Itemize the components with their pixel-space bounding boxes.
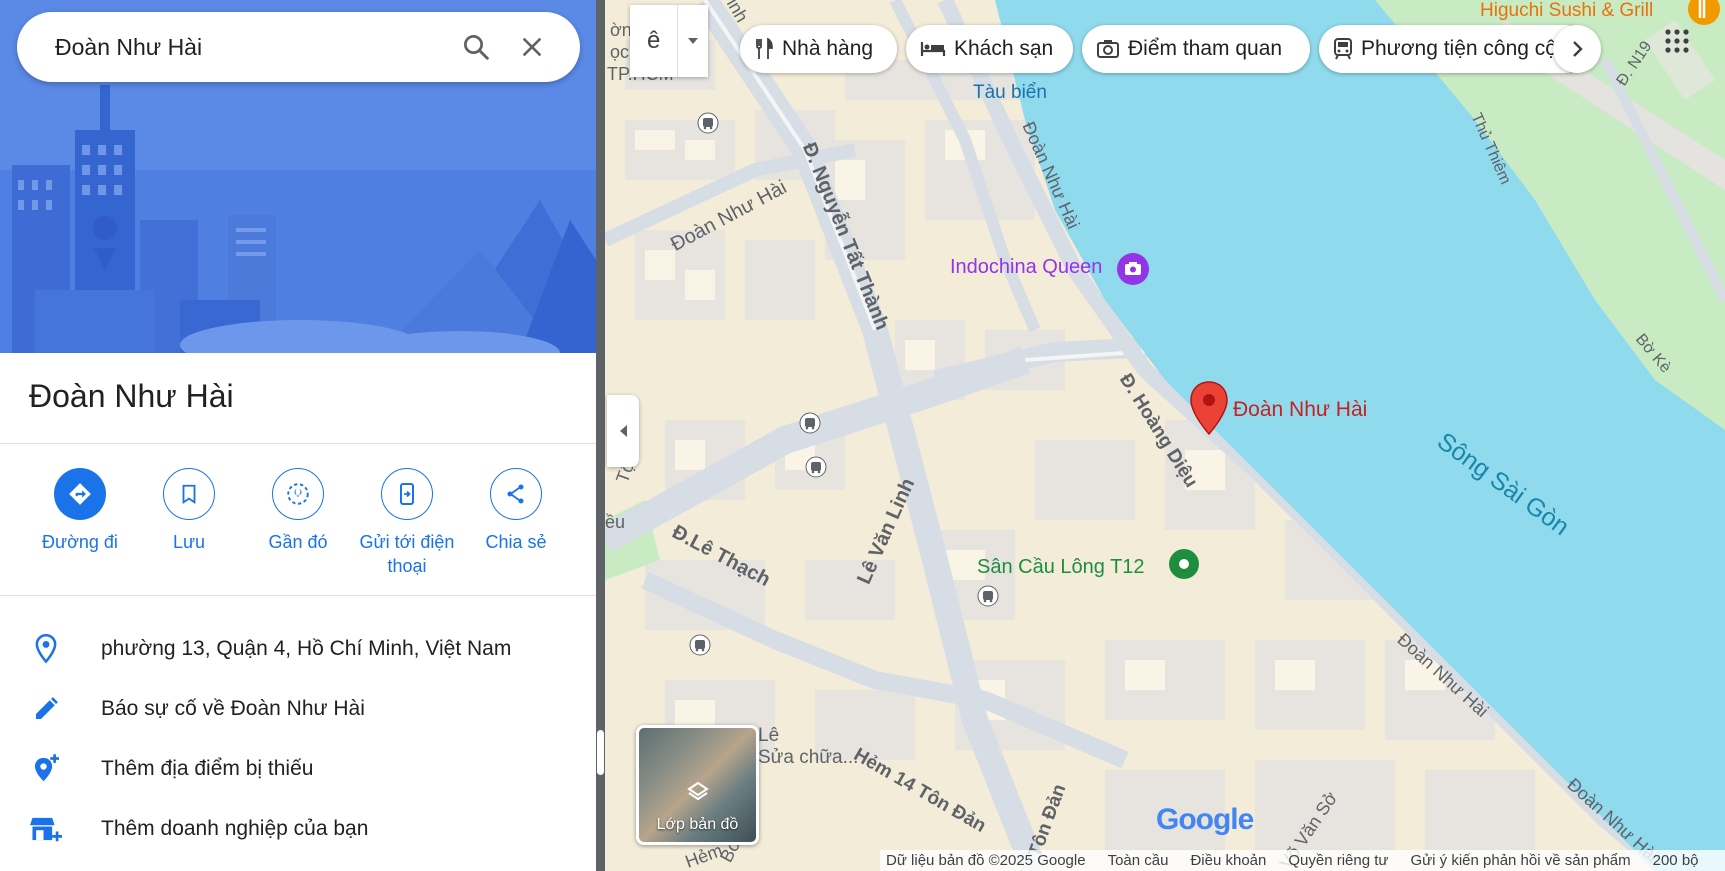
action-bar: Đường đi Lưu Gần đó Gửi tới điện thoại C… [25,468,585,588]
footer-link-privacy[interactable]: Quyền riêng tư [1288,852,1388,869]
search-input[interactable] [53,32,448,62]
report-issue-text: Báo sự cố về Đoàn Như Hài [101,697,365,720]
camera-icon [1097,40,1119,58]
map-label: ờn [610,20,632,40]
share-button[interactable]: Chia sẻ [461,468,571,554]
divider [0,443,596,444]
apps-grid-icon [1665,29,1689,53]
chip-transit[interactable]: Phương tiện công cộ [1319,25,1589,73]
chevron-down-icon [688,38,699,44]
chevron-left-icon [620,425,627,437]
directions-icon [69,483,91,505]
collapse-panel-button[interactable] [607,395,639,467]
transit-icon [1334,38,1352,60]
scale-label: 200 bộ [1652,852,1699,869]
edit-pencil-icon [36,697,58,719]
map-layers-button[interactable]: Lớp bản đồ [636,725,759,845]
language-toggle[interactable]: ê [630,5,708,77]
street-label: ều [605,512,626,532]
send-to-phone-button[interactable]: Gửi tới điện thoại [352,468,462,578]
map-label: Sửa chữa... [758,747,859,768]
map-label: ọc [610,42,630,62]
google-logo: Google [1156,803,1254,837]
action-label: Đường đi [42,532,118,552]
action-label: Gần đó [268,532,328,552]
bookmark-icon [182,484,196,504]
add-place-text: Thêm địa điểm bị thiếu [101,757,314,780]
footer-link-global[interactable]: Toàn cầu [1108,852,1169,869]
address-row[interactable]: phường 13, Quận 4, Hồ Chí Minh, Việt Nam [0,620,596,678]
hotel-icon [920,42,946,56]
chip-label: Điểm tham quan [1128,37,1283,60]
panel-scrollbar[interactable] [596,0,605,871]
search-icon [464,35,489,60]
chip-attractions[interactable]: Điểm tham quan [1082,25,1310,73]
clear-search-button[interactable] [504,19,560,75]
send-to-phone-icon [400,483,414,505]
chips-next-button[interactable] [1553,25,1601,73]
save-button[interactable]: Lưu [134,468,244,554]
add-business-row[interactable]: Thêm doanh nghiệp của bạn [0,800,596,858]
map-data-attribution[interactable]: Dữ liệu bản đồ ©2025 Google [886,852,1086,869]
layers-label: Lớp bản đồ [656,816,739,833]
map-label: Lê [758,725,780,746]
chip-label: Nhà hàng [782,37,874,60]
poi-label: Sân Cầu Lông T12 [977,556,1145,578]
search-box [17,12,580,82]
map-label: Tàu biển [973,82,1047,103]
hero-illustration [0,0,596,353]
action-label: Gửi tới điện thoại [359,532,455,576]
search-button[interactable] [448,19,504,75]
google-logo-text: Google [1156,803,1254,836]
nearby-button[interactable]: Gần đó [243,468,353,554]
layers-icon [687,781,709,801]
map-canvas[interactable]: ờn ọc TP.HCM inh Khách Tàu biển Đoàn Như… [605,0,1725,871]
address-text: phường 13, Quận 4, Hồ Chí Minh, Việt Nam [101,637,512,660]
footer-link-feedback[interactable]: Gửi ý kiến phản hồi về sản phẩm [1410,852,1630,869]
add-place-icon [34,754,59,782]
map-footer: Dữ liệu bản đồ ©2025 Google Toàn cầu Điề… [880,850,1725,871]
location-pin-icon [35,634,57,664]
language-toggle-label: ê [647,27,661,54]
action-label: Chia sẻ [485,532,547,552]
share-icon [507,484,524,504]
divider [0,595,596,596]
chip-label: Phương tiện công cộ [1361,37,1557,60]
poi-label: Indochina Queen [950,256,1103,278]
report-issue-row[interactable]: Báo sự cố về Đoàn Như Hài [0,680,596,738]
google-apps-button[interactable] [1664,28,1690,59]
language-dropdown-button[interactable] [677,5,708,77]
chip-restaurants[interactable]: Nhà hàng [740,25,897,73]
chip-label: Khách sạn [954,37,1054,60]
side-panel: Đoàn Như Hài Đường đi Lưu Gần đó Gửi tới… [0,0,596,871]
add-business-icon [30,817,62,842]
chip-hotels[interactable]: Khách sạn [906,25,1073,73]
add-place-row[interactable]: Thêm địa điểm bị thiếu [0,740,596,798]
directions-button[interactable]: Đường đi [25,468,135,554]
chevron-right-icon [1573,41,1583,57]
close-icon [523,38,541,56]
action-label: Lưu [172,532,206,552]
add-business-text: Thêm doanh nghiệp của bạn [101,817,369,840]
footer-link-terms[interactable]: Điều khoản [1190,852,1266,869]
nearby-icon [287,483,309,505]
place-title: Đoàn Như Hài [29,378,234,414]
pin-label: Đoàn Như Hài [1233,398,1368,421]
poi-label: Higuchi Sushi & Grill [1480,0,1654,21]
restaurant-icon [756,38,773,59]
